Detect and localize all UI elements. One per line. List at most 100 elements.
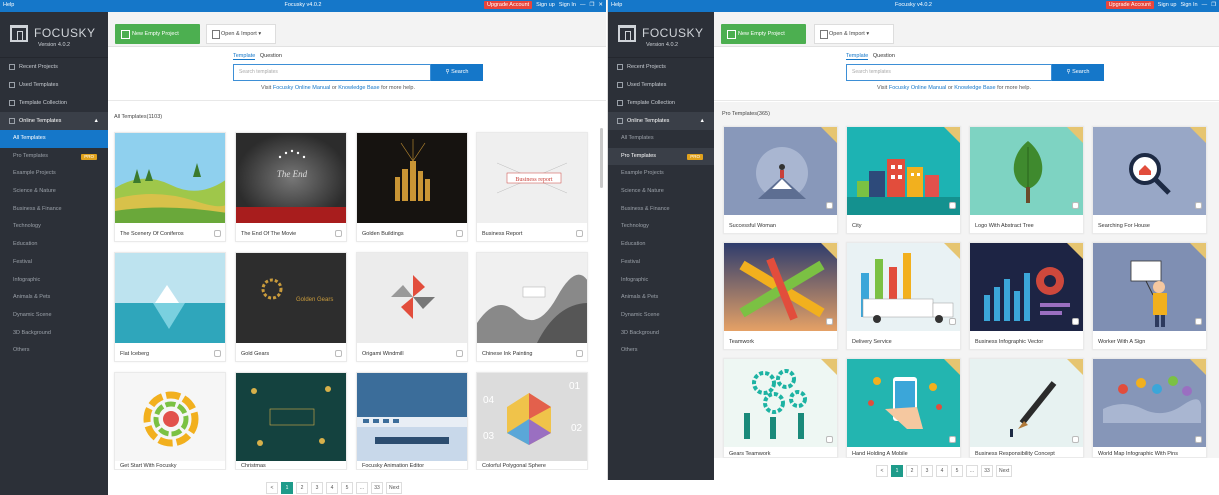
favorite-icon[interactable] (1072, 436, 1079, 443)
favorite-icon[interactable] (949, 318, 956, 325)
template-card[interactable]: Golden Gears Gold Gears (235, 252, 347, 362)
subitem-technology[interactable]: Technology (0, 218, 108, 236)
search-input[interactable]: Search templates (233, 64, 431, 81)
favorite-icon[interactable] (1195, 202, 1202, 209)
template-card[interactable]: Chinese Ink Painting (476, 252, 588, 362)
subitem-education[interactable]: Education (608, 236, 714, 254)
subitem-pro-templates[interactable]: Pro Templates PRO (0, 148, 108, 166)
sign-in-link[interactable]: Sign In (559, 2, 576, 8)
sidebar-item-used-templates[interactable]: Used Templates (608, 76, 714, 94)
maximize-icon[interactable]: ❐ (1211, 2, 1216, 8)
sidebar-item-online-templates[interactable]: Online Templates ▲ (608, 112, 714, 130)
template-card[interactable]: Business Infographic Vector (969, 242, 1084, 350)
template-card[interactable]: Christmas (235, 372, 347, 470)
sign-up-link[interactable]: Sign up (1158, 2, 1177, 8)
prev-page-button[interactable]: < (876, 465, 888, 477)
template-card[interactable]: Business report Business Report (476, 132, 588, 242)
subitem-example-projects[interactable]: Example Projects (608, 165, 714, 183)
favorite-icon[interactable] (576, 350, 583, 357)
new-empty-project-button[interactable]: New Empty Project (115, 24, 200, 44)
minimize-icon[interactable]: — (580, 2, 586, 8)
subitem-3d-background[interactable]: 3D Background (0, 325, 108, 343)
template-card[interactable]: Focusky Animation Editor (356, 372, 468, 470)
knowledge-base-link[interactable]: Knowledge Base (954, 85, 995, 91)
minimize-icon[interactable]: — (1202, 2, 1208, 8)
next-page-button[interactable]: Next (386, 482, 403, 494)
sidebar-item-recent-projects[interactable]: Recent Projects (0, 58, 108, 76)
template-card[interactable]: Business Responsibility Concept (969, 358, 1084, 458)
subitem-pro-templates[interactable]: Pro Templates PRO (608, 147, 714, 166)
favorite-icon[interactable] (335, 230, 342, 237)
sign-in-link[interactable]: Sign In (1180, 2, 1197, 8)
page-button[interactable]: 1 (281, 482, 293, 494)
subitem-business-finance[interactable]: Business & Finance (0, 201, 108, 219)
page-button[interactable]: 3 (311, 482, 323, 494)
page-button[interactable]: 33 (981, 465, 993, 477)
subitem-science-nature[interactable]: Science & Nature (608, 183, 714, 201)
tab-question[interactable]: Question (260, 53, 282, 59)
new-empty-project-button[interactable]: New Empty Project (721, 24, 806, 44)
template-card[interactable]: Searching For House (1092, 126, 1207, 234)
favorite-icon[interactable] (826, 436, 833, 443)
open-import-button[interactable]: Open & Import ▾ (206, 24, 276, 44)
sidebar-item-template-collection[interactable]: Template Collection (0, 94, 108, 112)
favorite-icon[interactable] (576, 230, 583, 237)
tab-template[interactable]: Template (846, 53, 869, 60)
knowledge-base-link[interactable]: Knowledge Base (338, 85, 379, 91)
page-button[interactable]: 2 (906, 465, 918, 477)
template-card[interactable]: Get Start With Focusky (114, 372, 226, 470)
subitem-3d-background[interactable]: 3D Background (608, 325, 714, 343)
subitem-business-finance[interactable]: Business & Finance (608, 201, 714, 219)
template-card[interactable]: The End The End Of The Movie (235, 132, 347, 242)
subitem-others[interactable]: Others (0, 342, 108, 360)
favorite-icon[interactable] (456, 350, 463, 357)
template-card[interactable]: Flat Iceberg (114, 252, 226, 362)
favorite-icon[interactable] (826, 202, 833, 209)
favorite-icon[interactable] (826, 318, 833, 325)
subitem-science-nature[interactable]: Science & Nature (0, 183, 108, 201)
template-card[interactable]: Golden Buildings (356, 132, 468, 242)
favorite-icon[interactable] (1195, 318, 1202, 325)
template-card[interactable]: Origami Windmill (356, 252, 468, 362)
template-card[interactable]: 01 02 03 04 Colorful Polygonal Sphere (476, 372, 588, 470)
favorite-icon[interactable] (1072, 318, 1079, 325)
template-card[interactable]: The Scenery Of Coniferos (114, 132, 226, 242)
subitem-all-templates[interactable]: All Templates (0, 130, 108, 148)
template-card[interactable]: Successful Woman (723, 126, 838, 234)
page-button[interactable]: 5 (951, 465, 963, 477)
page-button[interactable]: 33 (371, 482, 383, 494)
subitem-festival[interactable]: Festival (608, 254, 714, 272)
favorite-icon[interactable] (456, 230, 463, 237)
template-card[interactable]: Logo With Abstract Tree (969, 126, 1084, 234)
subitem-education[interactable]: Education (0, 236, 108, 254)
template-card[interactable]: Delivery Service (846, 242, 961, 350)
next-page-button[interactable]: Next (996, 465, 1013, 477)
search-input[interactable]: Search templates (846, 64, 1052, 81)
page-button[interactable]: 3 (921, 465, 933, 477)
sign-up-link[interactable]: Sign up (536, 2, 555, 8)
subitem-dynamic-scene[interactable]: Dynamic Scene (0, 307, 108, 325)
sidebar-item-recent-projects[interactable]: Recent Projects (608, 58, 714, 76)
subitem-technology[interactable]: Technology (608, 218, 714, 236)
subitem-dynamic-scene[interactable]: Dynamic Scene (608, 307, 714, 325)
prev-page-button[interactable]: < (266, 482, 278, 494)
online-manual-link[interactable]: Focusky Online Manual (889, 85, 946, 91)
template-card[interactable]: Teamwork (723, 242, 838, 350)
maximize-icon[interactable]: ❐ (589, 2, 594, 8)
upgrade-account-button[interactable]: Upgrade Account (1105, 1, 1154, 9)
template-card[interactable]: City (846, 126, 961, 234)
tab-question[interactable]: Question (873, 53, 895, 59)
template-card[interactable]: Worker With A Sign (1092, 242, 1207, 350)
search-button[interactable]: ⚲ Search (431, 64, 483, 81)
sidebar-item-template-collection[interactable]: Template Collection (608, 94, 714, 112)
favorite-icon[interactable] (335, 350, 342, 357)
page-button[interactable]: 4 (936, 465, 948, 477)
favorite-icon[interactable] (1072, 202, 1079, 209)
open-import-button[interactable]: Open & Import ▾ (814, 24, 894, 44)
subitem-infographic[interactable]: Infographic (0, 272, 108, 290)
page-button[interactable]: 2 (296, 482, 308, 494)
subitem-others[interactable]: Others (608, 342, 714, 360)
subitem-example-projects[interactable]: Example Projects (0, 165, 108, 183)
page-button[interactable]: 1 (891, 465, 903, 477)
page-button[interactable]: 4 (326, 482, 338, 494)
